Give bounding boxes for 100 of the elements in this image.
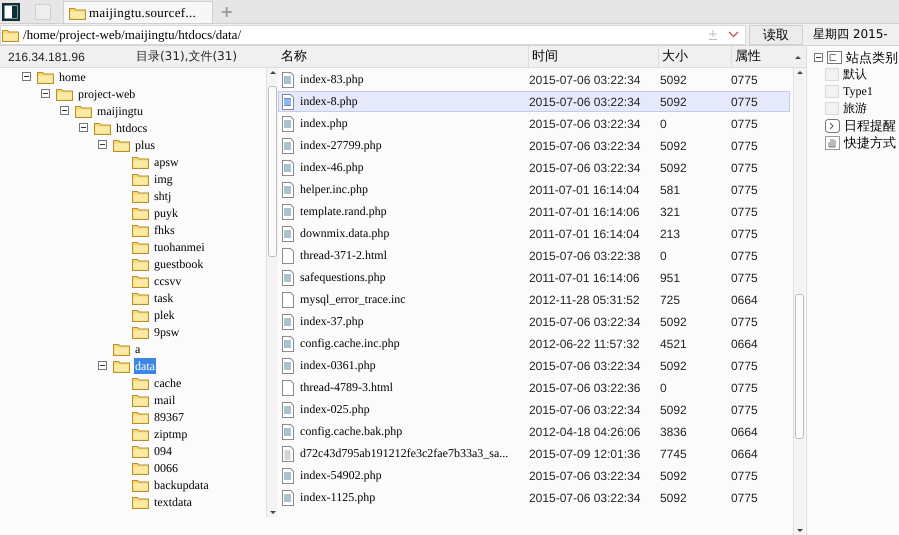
file-size: 0 bbox=[660, 116, 667, 130]
folder-label[interactable]: tuohanmei bbox=[153, 238, 206, 254]
sidebar-item[interactable]: 默认 bbox=[843, 66, 867, 83]
folder-label[interactable]: data bbox=[134, 358, 156, 374]
file-row[interactable]: index.php 2015-07-06 03:22:34 0 0775 bbox=[278, 113, 790, 134]
file-name: helper.inc.php bbox=[300, 182, 368, 197]
folder-label[interactable]: project-web bbox=[77, 86, 136, 102]
file-row[interactable]: mysql_error_trace.inc 2012-11-28 05:31:52 725 0664 bbox=[278, 289, 790, 310]
folder-label[interactable]: img bbox=[153, 170, 174, 186]
file-row[interactable]: index-27799.php 2015-07-06 03:22:34 5092 0775 bbox=[278, 135, 790, 156]
scrollbar[interactable] bbox=[266, 68, 278, 517]
file-row[interactable]: index-37.php 2015-07-06 03:22:34 5092 0775 bbox=[278, 311, 790, 332]
file-row[interactable]: index-025.php 2015-07-06 03:22:34 5092 0775 bbox=[278, 399, 790, 420]
file-permissions: 0775 bbox=[731, 314, 758, 328]
scroll-up-icon[interactable] bbox=[797, 71, 803, 74]
scrollbar-thumb[interactable] bbox=[268, 86, 277, 257]
folder-label[interactable]: 89367 bbox=[153, 408, 185, 424]
collapse-toggle[interactable] bbox=[60, 106, 69, 115]
column-header[interactable]: 名称 bbox=[278, 46, 528, 68]
folder-label[interactable]: home bbox=[58, 68, 87, 84]
dropdown-icon[interactable] bbox=[728, 31, 739, 38]
document-file-icon bbox=[281, 226, 295, 242]
file-permissions: 0775 bbox=[731, 160, 758, 174]
file-name: index-8.php bbox=[300, 94, 358, 109]
folder-label[interactable]: 0066 bbox=[153, 460, 179, 476]
file-name: downmix.data.php bbox=[300, 226, 390, 241]
collapse-toggle[interactable] bbox=[98, 361, 107, 370]
read-button[interactable]: 读取 bbox=[749, 24, 803, 44]
scrollbar-thumb[interactable] bbox=[795, 294, 804, 439]
folder-label[interactable]: fhks bbox=[153, 222, 176, 238]
panel-icon[interactable] bbox=[2, 3, 20, 21]
file-name: index-27799.php bbox=[300, 138, 382, 153]
file-row[interactable]: index-46.php 2015-07-06 03:22:34 5092 0775 bbox=[278, 157, 790, 178]
folder-label[interactable]: 094 bbox=[153, 442, 173, 458]
folder-icon bbox=[132, 274, 149, 288]
folder-label[interactable]: htdocs bbox=[115, 120, 148, 136]
folder-label[interactable]: apsw bbox=[153, 154, 180, 170]
file-name: mysql_error_trace.inc bbox=[300, 292, 406, 307]
path-input[interactable]: /home/project-web/maijingtu/htdocs/data/ bbox=[23, 26, 704, 42]
file-size: 3836 bbox=[660, 424, 687, 438]
collapse-toggle[interactable] bbox=[41, 89, 50, 98]
file-row[interactable]: index-0361.php 2015-07-06 03:22:34 5092 0775 bbox=[278, 355, 790, 376]
file-row[interactable]: helper.inc.php 2011-07-01 16:14:04 581 0775 bbox=[278, 179, 790, 200]
file-row[interactable]: safequestions.php 2011-07-01 16:14:06 951 0775 bbox=[278, 267, 790, 288]
file-row[interactable]: config.cache.inc.php 2012-06-22 11:57:32 4521 0664 bbox=[278, 333, 790, 354]
file-row[interactable]: index-83.php 2015-07-06 03:22:34 5092 0775 bbox=[278, 69, 790, 90]
sidebar-item[interactable]: 站点类别 bbox=[846, 48, 898, 66]
scroll-up-icon[interactable] bbox=[795, 56, 801, 58]
scrollbar[interactable] bbox=[793, 68, 805, 535]
collapse-toggle[interactable] bbox=[98, 140, 107, 149]
path-field[interactable]: /home/project-web/maijingtu/htdocs/data/ bbox=[0, 24, 746, 44]
file-row[interactable]: template.rand.php 2011-07-01 16:14:06 321 0775 bbox=[278, 201, 790, 222]
folder-icon bbox=[94, 120, 111, 134]
collapse-toggle[interactable] bbox=[814, 53, 823, 62]
file-row[interactable]: index-8.php 2015-07-06 03:22:34 5092 0775 bbox=[278, 91, 790, 112]
folder-label[interactable]: puyk bbox=[153, 204, 179, 220]
folder-label[interactable]: backupdata bbox=[153, 476, 210, 492]
file-permissions: 0775 bbox=[731, 270, 758, 284]
scroll-down-icon[interactable] bbox=[797, 529, 803, 532]
folder-label[interactable]: cache bbox=[153, 374, 182, 390]
file-size: 581 bbox=[660, 182, 680, 196]
file-row[interactable]: thread-371-2.html 2015-07-06 03:22:38 0 0775 bbox=[278, 245, 790, 266]
file-name: config.cache.bak.php bbox=[300, 424, 402, 439]
folder-icon bbox=[132, 154, 149, 168]
modified-time: 2015-07-06 03:22:34 bbox=[529, 94, 640, 108]
file-row[interactable]: config.cache.bak.php 2012-04-18 04:26:06 3836 0664 bbox=[278, 421, 790, 442]
folder-label[interactable]: plek bbox=[153, 306, 176, 322]
file-name: index-37.php bbox=[300, 314, 364, 329]
sidebar-item[interactable]: Type1 bbox=[843, 84, 873, 99]
folder-label[interactable]: 9psw bbox=[153, 324, 180, 340]
dotted-box-icon bbox=[825, 68, 839, 81]
collapse-toggle[interactable] bbox=[22, 72, 31, 81]
sidebar-item[interactable]: 旅游 bbox=[843, 100, 867, 117]
file-row[interactable]: index-1125.php 2015-07-06 03:22:34 5092 0775 bbox=[278, 487, 790, 508]
file-name: d72c43d795ab191212fe3c2fae7b33a3_sa... bbox=[300, 446, 508, 461]
folder-icon bbox=[132, 426, 149, 440]
folder-label[interactable]: maijingtu bbox=[96, 102, 144, 118]
file-row[interactable]: d72c43d795ab191212fe3c2fae7b33a3_sa... 2015-07-09 12:01:36 7745 0664 bbox=[278, 443, 790, 464]
file-row[interactable]: index-54902.php 2015-07-06 03:22:34 5092 0775 bbox=[278, 465, 790, 486]
file-row[interactable]: downmix.data.php 2011-07-01 16:14:04 213 0775 bbox=[278, 223, 790, 244]
sidebar-item[interactable]: 日程提醒 bbox=[844, 116, 896, 134]
sidebar-item[interactable]: 快捷方式 bbox=[844, 134, 896, 152]
file-size: 5092 bbox=[660, 468, 687, 482]
folder-label[interactable]: plus bbox=[134, 136, 156, 152]
tab[interactable]: maijingtu.sourcef... bbox=[63, 1, 213, 23]
date-label: 星期四 2015- bbox=[813, 26, 888, 43]
folder-label[interactable]: ziptmp bbox=[153, 426, 188, 442]
folder-label[interactable]: mail bbox=[153, 392, 176, 408]
folder-label[interactable]: ccsvv bbox=[153, 272, 182, 288]
folder-label[interactable]: textdata bbox=[153, 494, 193, 510]
file-permissions: 0775 bbox=[731, 468, 758, 482]
folder-label[interactable]: task bbox=[153, 290, 174, 306]
collapse-toggle[interactable] bbox=[79, 123, 88, 132]
file-row[interactable]: thread-4789-3.html 2015-07-06 03:22:36 0 0775 bbox=[278, 377, 790, 398]
folder-icon bbox=[69, 6, 86, 20]
folder-label[interactable]: guestbook bbox=[153, 256, 204, 272]
frame-icon bbox=[827, 51, 842, 64]
file-name: template.rand.php bbox=[300, 204, 387, 219]
folder-label[interactable]: a bbox=[134, 340, 142, 356]
folder-label[interactable]: shtj bbox=[153, 188, 172, 204]
